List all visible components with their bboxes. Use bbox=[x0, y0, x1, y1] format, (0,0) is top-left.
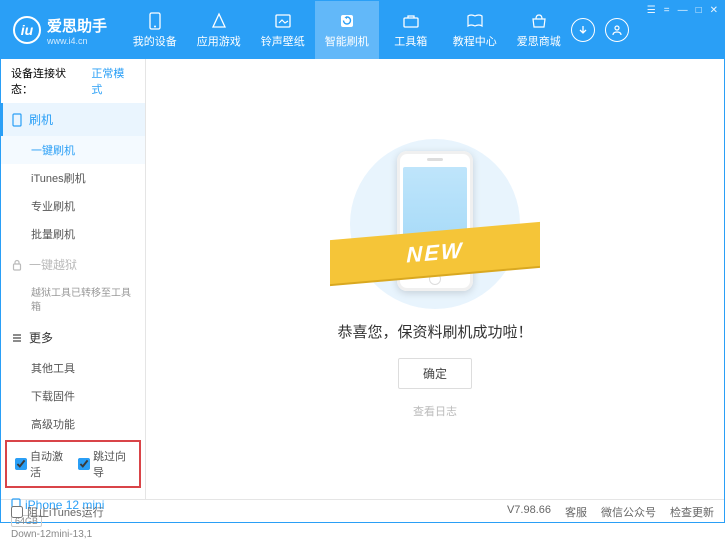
nav-apps[interactable]: 应用游戏 bbox=[187, 1, 251, 59]
jailbreak-note: 越狱工具已转移至工具箱 bbox=[1, 281, 145, 321]
lock-icon bbox=[11, 259, 23, 271]
nav-tutorial[interactable]: 教程中心 bbox=[443, 1, 507, 59]
device-model: Down-12mini-13,1 bbox=[11, 529, 135, 540]
success-illustration: NEW bbox=[330, 139, 540, 309]
wallpaper-icon bbox=[274, 12, 292, 30]
window-controls: ☰ = — □ ✕ bbox=[641, 1, 724, 59]
footer-link-update[interactable]: 检查更新 bbox=[670, 504, 714, 520]
toolbox-icon bbox=[402, 12, 420, 30]
nav-toolbox[interactable]: 工具箱 bbox=[379, 1, 443, 59]
menu-icon[interactable]: ☰ bbox=[647, 5, 656, 16]
store-icon bbox=[530, 12, 548, 30]
user-button[interactable] bbox=[605, 18, 629, 42]
sidebar-sub-other[interactable]: 其他工具 bbox=[1, 354, 145, 382]
list-icon bbox=[11, 332, 23, 344]
sidebar: 设备连接状态： 正常模式 刷机 一键刷机 iTunes刷机 专业刷机 批量刷机 … bbox=[1, 59, 146, 499]
sidebar-sub-itunes[interactable]: iTunes刷机 bbox=[1, 164, 145, 192]
checkbox-block-itunes[interactable]: 阻止iTunes运行 bbox=[11, 504, 104, 520]
user-controls bbox=[571, 18, 641, 42]
footer-link-support[interactable]: 客服 bbox=[565, 504, 587, 520]
sidebar-sub-oneclick[interactable]: 一键刷机 bbox=[1, 136, 145, 164]
nav-ringtone[interactable]: 铃声壁纸 bbox=[251, 1, 315, 59]
apps-icon bbox=[210, 12, 228, 30]
equals-icon[interactable]: = bbox=[664, 5, 670, 16]
logo-icon: iu bbox=[13, 16, 41, 44]
ok-button[interactable]: 确定 bbox=[398, 358, 472, 389]
sidebar-sub-firmware[interactable]: 下载固件 bbox=[1, 382, 145, 410]
download-button[interactable] bbox=[571, 18, 595, 42]
sidebar-section-more[interactable]: 更多 bbox=[1, 321, 145, 354]
app-name: 爱思助手 bbox=[47, 15, 107, 36]
sidebar-section-jailbreak[interactable]: 一键越狱 bbox=[1, 248, 145, 281]
checkbox-auto-activate[interactable]: 自动激活 bbox=[15, 448, 68, 480]
checkbox-highlight: 自动激活 跳过向导 bbox=[5, 440, 141, 488]
connection-status: 设备连接状态： 正常模式 bbox=[1, 59, 145, 103]
sidebar-sub-advanced[interactable]: 高级功能 bbox=[1, 410, 145, 438]
titlebar: iu 爱思助手 www.i4.cn 我的设备 应用游戏 铃声壁纸 智能刷机 工具… bbox=[1, 1, 724, 59]
app-url: www.i4.cn bbox=[47, 36, 107, 46]
book-icon bbox=[466, 12, 484, 30]
footer-link-wechat[interactable]: 微信公众号 bbox=[601, 504, 656, 520]
maximize-icon[interactable]: □ bbox=[696, 5, 702, 16]
refresh-icon bbox=[338, 12, 356, 30]
app-logo: iu 爱思助手 www.i4.cn bbox=[1, 15, 123, 46]
nav-store[interactable]: 爱思商城 bbox=[507, 1, 571, 59]
minimize-icon[interactable]: — bbox=[678, 5, 688, 16]
sidebar-sub-pro[interactable]: 专业刷机 bbox=[1, 192, 145, 220]
phone-icon bbox=[146, 12, 164, 30]
sidebar-sub-batch[interactable]: 批量刷机 bbox=[1, 220, 145, 248]
view-log-link[interactable]: 查看日志 bbox=[413, 403, 457, 419]
nav-flash[interactable]: 智能刷机 bbox=[315, 1, 379, 59]
version-label: V7.98.66 bbox=[507, 504, 551, 520]
main-content: NEW 恭喜您，保资料刷机成功啦！ 确定 查看日志 bbox=[146, 59, 724, 499]
checkbox-skip-guide[interactable]: 跳过向导 bbox=[78, 448, 131, 480]
main-nav: 我的设备 应用游戏 铃声壁纸 智能刷机 工具箱 教程中心 爱思商城 bbox=[123, 1, 571, 59]
nav-my-device[interactable]: 我的设备 bbox=[123, 1, 187, 59]
phone-icon bbox=[11, 113, 23, 127]
success-message: 恭喜您，保资料刷机成功啦！ bbox=[337, 321, 532, 342]
close-icon[interactable]: ✕ bbox=[710, 5, 718, 16]
sidebar-section-flash[interactable]: 刷机 bbox=[1, 103, 145, 136]
